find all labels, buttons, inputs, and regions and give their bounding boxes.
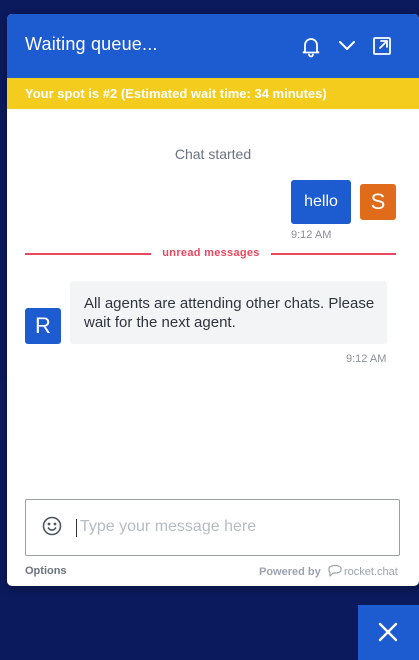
close-icon: [378, 622, 398, 642]
widget-header: Waiting queue...: [7, 14, 419, 78]
agent-avatar: R: [25, 308, 61, 344]
rocketchat-logo-icon: [327, 564, 343, 578]
chevron-down-icon[interactable]: [335, 34, 359, 58]
unread-divider-right: [271, 253, 396, 255]
unread-messages-label: unread messages: [162, 247, 260, 259]
powered-by-label: Powered by: [259, 566, 321, 578]
queue-position-banner: Your spot is #2 (Estimated wait time: 34…: [7, 78, 419, 109]
incoming-message-text: All agents are attending other chats. Pl…: [84, 295, 375, 331]
header-title: Waiting queue...: [25, 34, 158, 54]
unread-divider-left: [25, 253, 151, 255]
incoming-message-time: 9:12 AM: [346, 353, 387, 365]
system-message: Chat started: [174, 146, 252, 162]
queue-position-text: Your spot is #2 (Estimated wait time: 34…: [25, 86, 327, 101]
bell-icon[interactable]: [299, 34, 323, 58]
message-list[interactable]: Chat started hello S 9:12 AM unread mess…: [7, 109, 419, 494]
text-caret: [76, 519, 77, 537]
rocketchat-brand[interactable]: rocket.chat: [344, 566, 398, 578]
user-avatar: S: [360, 184, 396, 220]
incoming-message: All agents are attending other chats. Pl…: [70, 281, 387, 344]
livechat-widget: Waiting queue... Your spot is #2 (Estima…: [7, 14, 419, 586]
outgoing-message-time: 9:12 AM: [291, 229, 332, 241]
message-input[interactable]: [78, 512, 382, 542]
popout-icon[interactable]: [370, 34, 394, 58]
outgoing-message: hello: [291, 180, 351, 224]
message-composer: [25, 499, 400, 556]
close-chat-button[interactable]: [358, 605, 419, 660]
emoji-icon[interactable]: [40, 514, 64, 538]
options-link[interactable]: Options: [25, 565, 67, 577]
